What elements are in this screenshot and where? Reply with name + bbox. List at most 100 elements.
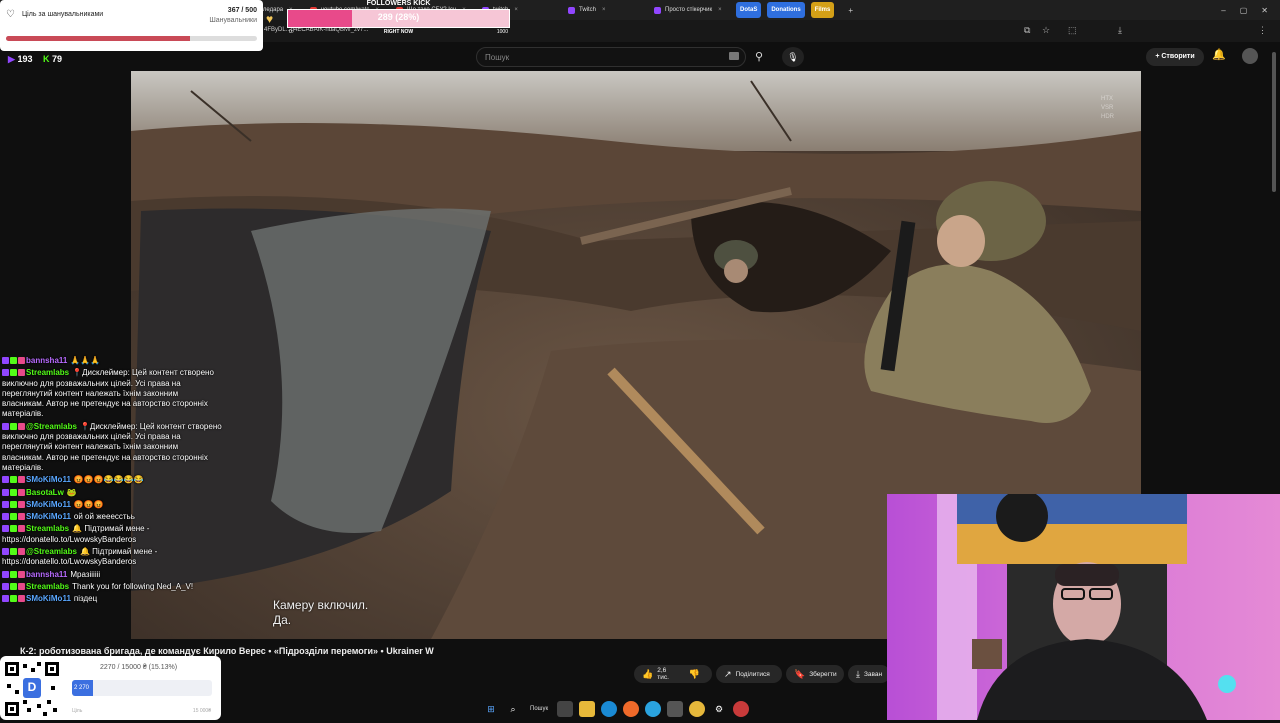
like-button[interactable]: 👍 2,6 тис. 👎 [634,665,712,683]
tab-close-icon[interactable]: × [514,7,518,13]
chat-username[interactable]: SMoKiMo11 [26,500,71,509]
chat-badge-icon [2,476,9,484]
chat-badge-icon [2,422,9,430]
chat-badge-icon [10,488,17,496]
browser-tab[interactable]: Films [810,2,835,18]
goal-count-block: 367 / 500 Шанувальники [209,6,257,26]
chat-badge-icon [2,488,9,496]
bell-icon[interactable]: 🔔 [1212,48,1226,61]
create-button[interactable]: + Створити [1146,48,1204,66]
maximize-button[interactable]: ▢ [1240,6,1248,15]
browser-tab[interactable]: Twitch × [562,2,644,18]
follow-kick-label: FOLLOWERS KICK [366,0,431,7]
goal-title: Ціль за шанувальниками [22,11,104,18]
chat-badge-icon [18,525,25,533]
chat-username[interactable]: Streamlabs [26,582,69,591]
qr-code: D [3,660,61,718]
browser-tab[interactable]: Donations [767,2,805,18]
new-tab-button[interactable]: + [848,6,853,15]
donation-progress-bar: 2 270 [72,680,212,696]
chat-badge-icon [10,357,17,364]
windows-taskbar: ⊞ ⌕ Пошук ⚙ [480,697,800,720]
chat-username[interactable]: BasotaLw [26,488,64,497]
menu-icon[interactable]: ⋮ [1258,25,1267,36]
extensions-icon[interactable]: ⬚ [1068,25,1077,36]
save-label: Зберегти [809,670,837,678]
chat-message: SMoKiMo11 ой ой жееесстьь [2,512,222,522]
donation-progress-fill: 2 270 [72,680,94,696]
app-icon[interactable] [733,700,750,717]
thumbs-down-icon[interactable]: 👎 [689,669,700,680]
chat-badge-icon [10,548,17,556]
download-button[interactable]: ⤓ Заван [848,665,890,683]
stream-stats: ▶ 193 K 79 [8,54,62,65]
telegram-icon[interactable] [645,700,662,717]
chat-message: SMoKiMo11 😡😡😡 [2,500,222,510]
create-label: Створити [1161,53,1195,60]
chat-badge-icon [10,525,17,533]
calculator-icon[interactable] [667,700,684,717]
download-icon: ⤓ [856,668,860,679]
qr-logo: D [27,680,37,694]
goal-progress-fill [6,36,191,41]
chat-message: @Streamlabs 🔔 Підтримай мене - https://do… [2,547,222,568]
share-icon: ↗ [724,668,732,679]
tab-close-icon[interactable]: × [718,7,722,13]
chat-badge-icon [18,595,25,603]
follow-kick-value: 289 (28%) [377,12,420,22]
taskview-icon[interactable] [557,700,574,717]
save-button[interactable]: 🔖 Зберегти [786,665,844,683]
chat-username[interactable]: Streamlabs [26,368,69,377]
close-button[interactable]: ✕ [1261,6,1268,15]
chat-username[interactable]: SMoKiMo11 [26,512,71,521]
tab-label: Просто стікерчик [665,7,713,13]
chat-badge-icon [10,500,17,508]
webcam-feed [887,494,1280,720]
star-icon[interactable]: ☆ [1042,25,1050,36]
chat-text: піздец [73,594,98,604]
chat-text: ой ой жееесстьь [73,512,135,522]
heart-hands-icon: ♡ [6,9,15,20]
keyboard-icon[interactable] [729,52,739,60]
download-label: Заван [863,670,883,678]
browser-tab[interactable]: DotaS [736,2,762,18]
chat-username[interactable]: @Streamlabs [26,547,77,556]
scrollbar[interactable] [1272,52,1276,192]
chrome-icon[interactable] [689,700,706,717]
chat-username[interactable]: @Streamlabs [26,422,77,431]
taskbar-search-label[interactable]: Пошук [530,706,548,712]
video-watermark: HTX VSR HDR [1101,96,1114,120]
chat-badge-icon [10,570,17,578]
minimize-button[interactable]: – [1221,6,1225,15]
chat-username[interactable]: bannsha11 [26,570,67,579]
share-button[interactable]: ↗ Поділитися [716,665,782,683]
chat-username[interactable]: SMoKiMo11 [26,594,71,603]
chat-username[interactable]: Streamlabs [26,524,69,533]
search-input[interactable]: Пошук [476,47,746,67]
chat-badge-icon [10,369,17,377]
edge-icon[interactable] [601,700,618,717]
avatar[interactable] [1242,48,1258,64]
cast-icon[interactable]: ⧉ [1024,25,1030,36]
chat-username[interactable]: SMoKiMo11 [26,475,71,484]
settings-icon[interactable]: ⚙ [711,701,727,717]
chat-text: Thank you for following Ned_A_V! [72,581,194,591]
search-icon[interactable]: ⌕ [505,701,521,717]
browser-tab[interactable]: Просто стікерчик × [648,2,730,18]
chat-badge-icon [10,476,17,484]
chat-text: Мразіііііі [70,569,101,579]
folder-icon[interactable] [579,700,596,717]
follow-kick-right-now: RIGHT NOW [383,29,414,35]
firefox-icon[interactable] [623,700,640,717]
tab-label: DotaS [740,7,758,13]
chat-message: @Streamlabs 📍Дисклеймер: Цей контент ство… [2,422,222,473]
search-icon[interactable]: ⚲ [748,47,770,67]
chat-badge-icon [18,488,25,496]
subtitle-line: Да. [273,613,292,627]
download-icon[interactable]: ⤓ [1118,25,1122,36]
chat-username[interactable]: bannsha11 [26,356,67,365]
chat-badge-icon [10,582,17,590]
mic-icon[interactable]: 🎙 [782,47,804,67]
tab-close-icon[interactable]: × [602,7,606,13]
windows-icon[interactable]: ⊞ [483,701,499,717]
